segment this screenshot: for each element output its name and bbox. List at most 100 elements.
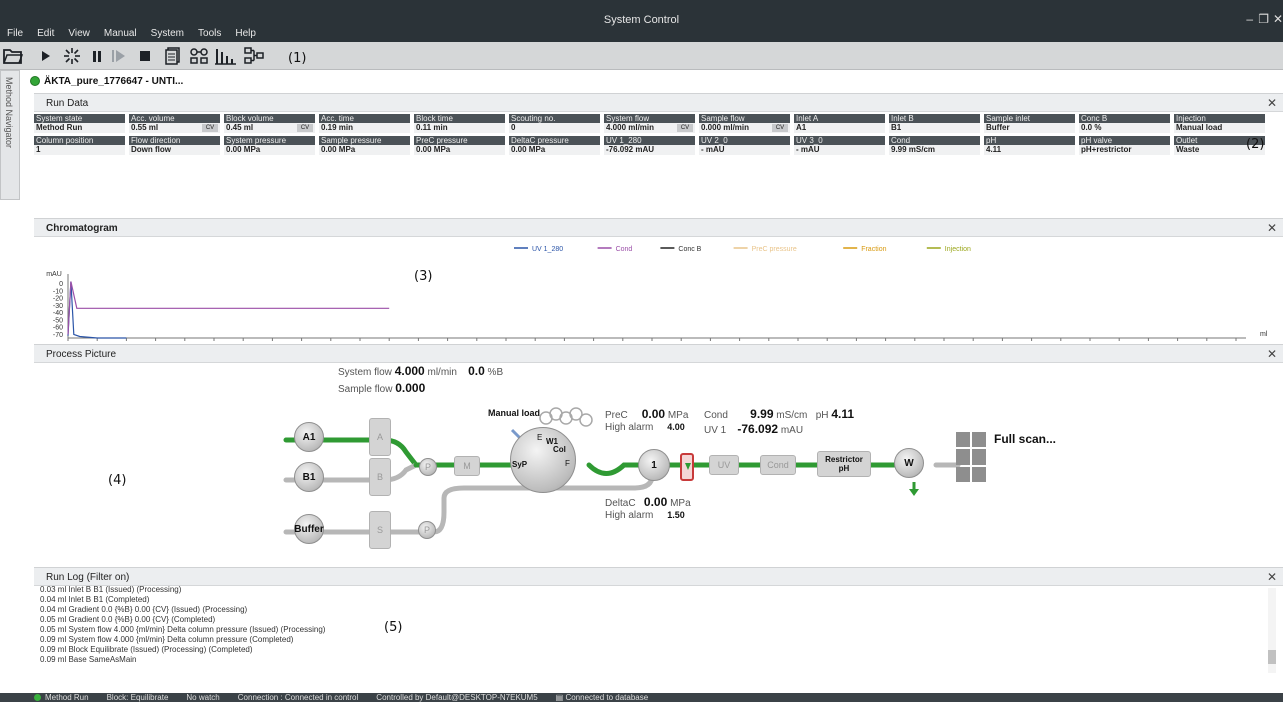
method-navigator-label: Method Navigator (4, 77, 14, 149)
sample-pump[interactable]: P (418, 521, 436, 539)
run-data-label: Inlet A (794, 114, 885, 123)
column-valve[interactable]: 1 (638, 449, 670, 481)
status-block: Block: Equilibrate (106, 693, 169, 702)
close-window-icon[interactable]: ✕ (1273, 12, 1283, 26)
uv-readout: UV 1 -76.092 mAU (704, 422, 804, 436)
run-state-dot (34, 694, 41, 701)
run-data-panel: Run Data ✕ System state Method Run Acc. vo… (34, 93, 1283, 186)
run-data-label: UV 2_0 (699, 136, 790, 145)
run-data-value: 0.19 min (319, 123, 410, 133)
chromatogram-header: Chromatogram ✕ (34, 219, 1283, 237)
uv-monitor[interactable]: UV (709, 455, 739, 475)
run-data-label: Block time (414, 114, 505, 123)
restore-icon[interactable]: ❐ (1258, 12, 1269, 26)
network-icon[interactable] (188, 46, 210, 66)
run-data-value: pH+restrictor (1079, 145, 1170, 155)
legend-entry: PreC pressure (752, 246, 797, 253)
run-data-callout: (2) (1246, 137, 1265, 152)
inlet-a1[interactable]: A1 (294, 422, 324, 452)
y-axis-label: mAU (46, 271, 62, 278)
run-data-label: Sample inlet (984, 114, 1075, 123)
run-data-cell: System state Method Run (34, 114, 125, 133)
run-data-value-text: - mAU (701, 145, 725, 154)
run-data-value-text: 0.00 MPa (321, 145, 356, 154)
cv-toggle-button[interactable]: CV (297, 124, 313, 132)
run-data-cell: UV 1_280 -76.092 mAU (604, 136, 695, 155)
run-data-value: A1 (794, 123, 885, 133)
inlet-buffer[interactable]: Buffer (294, 514, 324, 544)
pause-icon[interactable] (90, 46, 104, 66)
title-bar: System Control – ❐ ✕ File Edit View Manu… (0, 0, 1283, 42)
run-data-value: 0.00 MPa (319, 145, 410, 155)
cv-toggle-button[interactable]: CV (677, 124, 693, 132)
menu-file[interactable]: File (0, 26, 30, 42)
run-data-value-text: 0.55 ml (131, 123, 159, 132)
system-pump[interactable]: P (419, 458, 437, 476)
run-data-cell: System pressure 0.00 MPa (224, 136, 315, 155)
chromatogram-chart[interactable]: mAUml0-10-20-30-40-50-60-7000.050.10.150… (34, 238, 1283, 344)
menu-tools[interactable]: Tools (191, 26, 228, 42)
hold-icon[interactable] (62, 46, 82, 66)
menu-help[interactable]: Help (228, 26, 263, 42)
sample-inlet-valve[interactable]: S (369, 511, 391, 549)
legend-entry: Conc B (678, 246, 701, 253)
run-data-label: System flow (604, 114, 695, 123)
menu-view[interactable]: View (61, 26, 97, 42)
run-data-close-icon[interactable]: ✕ (1267, 96, 1277, 110)
deltac-alarm-readout: High alarm 1.50 (605, 510, 685, 521)
run-data-value-text: 0 (511, 123, 516, 132)
run-log-close-icon[interactable]: ✕ (1267, 570, 1277, 584)
legend-entry: UV 1_280 (532, 246, 563, 253)
cond-monitor[interactable]: Cond (760, 455, 796, 475)
log-entry: 0.04 ml Gradient 0.0 {%B} 0.00 {CV} (Iss… (40, 605, 248, 614)
run-log-scrollbar[interactable] (1268, 588, 1276, 673)
run-data-label: Inlet B (889, 114, 980, 123)
run-data-title: Run Data (46, 98, 89, 109)
run-data-value: 0.0 % (1079, 123, 1170, 133)
run-data-label: Cond (889, 136, 980, 145)
minimize-icon[interactable]: – (1246, 12, 1253, 26)
restrictor-ph-valve[interactable]: Restrictor pH (817, 451, 871, 477)
process-picture-title: Process Picture (46, 349, 117, 360)
inlet-valve-a[interactable]: A (369, 418, 391, 456)
run-data-cell: Cond 9.99 mS/cm (889, 136, 980, 155)
process-picture-close-icon[interactable]: ✕ (1267, 347, 1277, 361)
chromatogram-close-icon[interactable]: ✕ (1267, 221, 1277, 235)
y-tick-label: 0 (59, 281, 63, 288)
run-data-label: UV 1_280 (604, 136, 695, 145)
series-line (67, 281, 390, 335)
method-navigator-tab[interactable]: Method Navigator (0, 70, 20, 200)
run-data-label: Conc B (1079, 114, 1170, 123)
inlet-valve-b[interactable]: B (369, 458, 391, 496)
process-picture-header: Process Picture ✕ (34, 345, 1283, 363)
status-database: ▤ Connected to database (555, 693, 649, 702)
run-data-value-text: 9.99 mS/cm (891, 145, 936, 154)
run-data-label: System state (34, 114, 125, 123)
fraction-collector-icon[interactable] (956, 432, 986, 482)
end-icon[interactable] (138, 46, 152, 66)
full-scan-link[interactable]: Full scan... (994, 432, 1056, 446)
run-data-value: 0.11 min (414, 123, 505, 133)
menu-edit[interactable]: Edit (30, 26, 61, 42)
bar-chart-icon[interactable] (214, 46, 238, 66)
chromatogram-callout: (3) (414, 269, 433, 284)
outlet-valve[interactable]: W (894, 448, 924, 478)
run-icon[interactable] (38, 46, 54, 66)
flow-scheme-icon[interactable] (243, 46, 265, 66)
continue-icon[interactable] (110, 46, 128, 66)
process-picture-panel: Process Picture ✕ (4) System flow 4.000 … (34, 344, 1283, 566)
chromatogram-title: Chromatogram (46, 223, 118, 234)
run-data-cell: UV 2_0- mAU (699, 136, 790, 155)
mixer[interactable]: M (454, 456, 480, 476)
menu-manual[interactable]: Manual (97, 26, 144, 42)
menu-system[interactable]: System (144, 26, 191, 42)
run-data-value-text: 0.0 % (1081, 123, 1102, 132)
cv-toggle-button[interactable]: CV (202, 124, 218, 132)
column-icon[interactable] (680, 453, 694, 481)
inlet-b1[interactable]: B1 (294, 462, 324, 492)
document-icon[interactable] (163, 46, 181, 66)
status-controlled-by: Controlled by Default@DESKTOP-N7EKUM5 (376, 693, 538, 702)
open-folder-icon[interactable] (2, 46, 24, 66)
system-tab[interactable]: ÄKTA_pure_1776647 - UNTI... (30, 73, 183, 89)
cv-toggle-button[interactable]: CV (772, 124, 788, 132)
